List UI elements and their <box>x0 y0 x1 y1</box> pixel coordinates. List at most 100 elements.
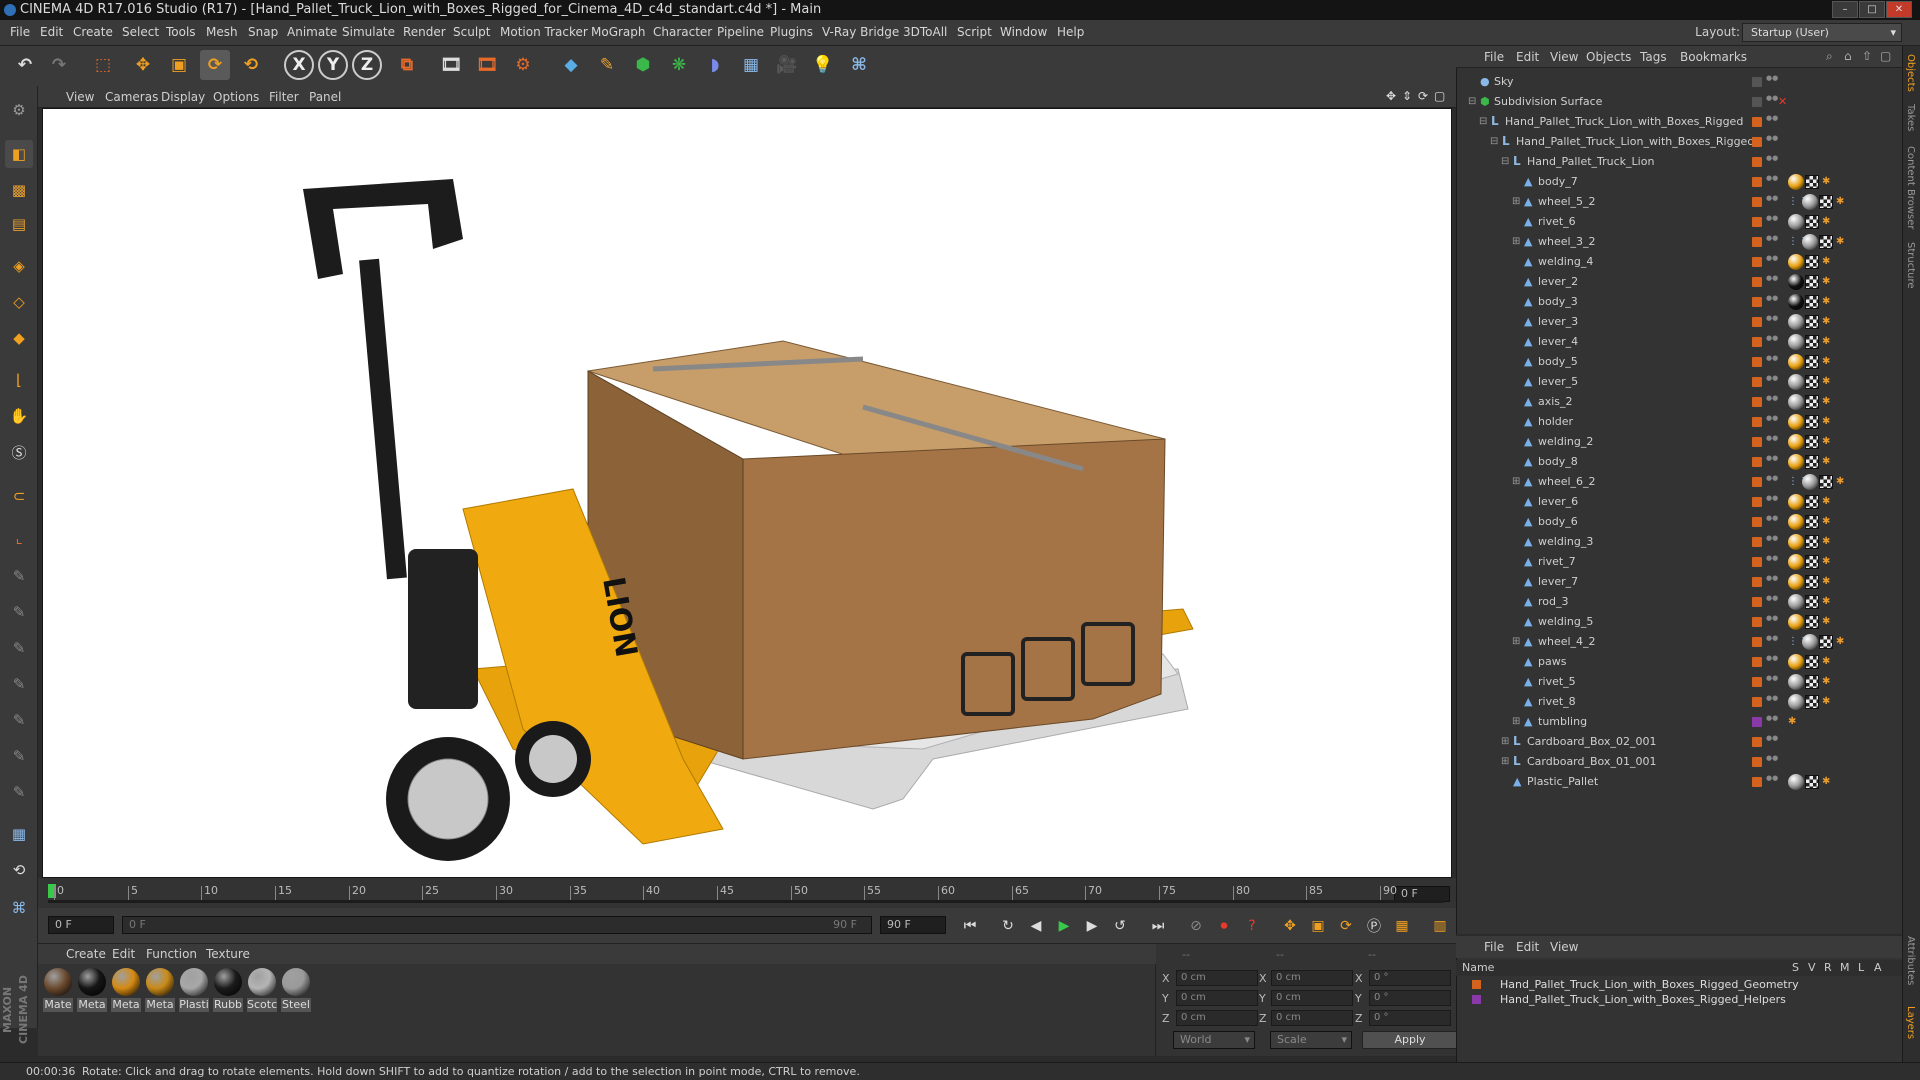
tweak-mode-icon[interactable]: ✋ <box>5 402 33 430</box>
model-mode-icon[interactable]: ◧ <box>5 140 33 168</box>
record-keys-button[interactable]: ⊘ <box>1184 914 1208 938</box>
texture-tag-icon[interactable] <box>1805 675 1819 689</box>
material-tag-icon[interactable] <box>1788 534 1804 550</box>
visibility-dots-icon[interactable]: ●● <box>1766 695 1778 709</box>
menu-tools[interactable]: Tools <box>166 25 196 39</box>
menu-sculpt[interactable]: Sculpt <box>453 25 490 39</box>
rotation-key-button[interactable]: ⟳ <box>1334 914 1358 938</box>
prev-key-button[interactable]: ↻ <box>996 914 1020 938</box>
phong-tag-icon[interactable]: ✱ <box>1822 537 1832 547</box>
visibility-dots-icon[interactable]: ●● <box>1766 255 1778 269</box>
visibility-dots-icon[interactable]: ●● <box>1766 755 1778 769</box>
visibility-dots-icon[interactable]: ●● <box>1766 775 1778 789</box>
layer-color-icon[interactable] <box>1752 197 1762 207</box>
texture-tag-icon[interactable] <box>1805 175 1819 189</box>
layer-color-icon[interactable] <box>1752 657 1762 667</box>
object-row[interactable]: ▲ lever_4 ●● ✱ <box>1460 332 1900 352</box>
workplane-lock-icon[interactable]: ⌞ <box>5 524 33 552</box>
sculpt-flatten-icon[interactable]: ✎ <box>5 634 33 662</box>
viewport-menu-view[interactable]: View <box>66 90 94 104</box>
phong-tag-icon[interactable]: ✱ <box>1822 297 1832 307</box>
layer-color-icon[interactable] <box>1752 297 1762 307</box>
disabled-icon[interactable]: ✕ <box>1778 92 1787 112</box>
material-swatch[interactable]: Meta <box>77 968 107 1012</box>
menu-file[interactable]: File <box>10 25 30 39</box>
frame-start-field[interactable]: 0 F <box>48 916 114 934</box>
texture-tag-icon[interactable] <box>1805 775 1819 789</box>
layer-color-icon[interactable] <box>1752 277 1762 287</box>
phong-tag-icon[interactable]: ✱ <box>1822 417 1832 427</box>
texture-tag-icon[interactable] <box>1805 555 1819 569</box>
material-tag-icon[interactable] <box>1788 594 1804 610</box>
search-icon[interactable]: ⌕ <box>1826 49 1833 64</box>
menu-snap[interactable]: Snap <box>248 25 278 39</box>
phong-tag-icon[interactable]: ✱ <box>1822 337 1832 347</box>
viewport-menu-cameras[interactable]: Cameras <box>105 90 158 104</box>
axis-mode-icon[interactable]: ⌊ <box>5 366 33 394</box>
layer-color-icon[interactable] <box>1752 257 1762 267</box>
material-swatch[interactable]: Rubb <box>213 968 243 1012</box>
texture-tag-icon[interactable] <box>1805 615 1819 629</box>
material-tag-icon[interactable] <box>1788 274 1804 290</box>
layer-menu-edit[interactable]: Edit <box>1516 940 1539 954</box>
sculpt-inflate-icon[interactable]: ✎ <box>5 670 33 698</box>
visibility-dots-icon[interactable]: ●● <box>1766 415 1778 429</box>
texture-tag-icon[interactable] <box>1805 315 1819 329</box>
collapse-icon[interactable]: ⊟ <box>1479 112 1487 132</box>
object-row[interactable]: ▲ rod_3 ●● ✱ <box>1460 592 1900 612</box>
layer-color-icon[interactable] <box>1752 157 1762 167</box>
coord-value-field[interactable]: 0 cm <box>1271 1010 1353 1026</box>
magnet-icon[interactable]: ⊂ <box>5 482 33 510</box>
sculpt-grab-icon[interactable]: ✎ <box>5 706 33 734</box>
layer-color-icon[interactable] <box>1752 597 1762 607</box>
collapse-icon[interactable]: ⊟ <box>1490 132 1498 152</box>
sculpt-pinch-icon[interactable]: ✎ <box>5 778 33 806</box>
layer-color-icon[interactable] <box>1752 457 1762 467</box>
selection-tag-icon[interactable]: ⋮⋮ <box>1788 237 1808 247</box>
object-row[interactable]: ⊞ ▲ wheel_3_2 ●● ⋮⋮ ✱ <box>1460 232 1900 252</box>
objmgr-menu-objects[interactable]: Objects <box>1586 50 1631 64</box>
viewport-move-icon[interactable]: ✥ <box>1386 89 1396 103</box>
object-row[interactable]: ⊟ L Hand_Pallet_Truck_Lion_with_Boxes_Rigg… <box>1460 132 1900 152</box>
timeline-window-button[interactable]: ▥ <box>1428 914 1452 938</box>
objmgr-menu-bookmarks[interactable]: Bookmarks <box>1680 50 1747 64</box>
visibility-dots-icon[interactable]: ●● <box>1766 335 1778 349</box>
layer-color-icon[interactable] <box>1752 517 1762 527</box>
object-row[interactable]: ▲ welding_3 ●● ✱ <box>1460 532 1900 552</box>
material-tag-icon[interactable] <box>1788 614 1804 630</box>
z-axis-lock-icon[interactable]: Z <box>352 50 382 80</box>
layer-color-icon[interactable] <box>1752 677 1762 687</box>
tab-layers[interactable]: Layers <box>1905 1006 1916 1039</box>
visibility-dots-icon[interactable]: ●● <box>1766 275 1778 289</box>
expand-icon[interactable]: ⊞ <box>1501 752 1509 772</box>
layer-color-icon[interactable] <box>1752 557 1762 567</box>
object-row[interactable]: ▲ holder ●● ✱ <box>1460 412 1900 432</box>
visibility-dots-icon[interactable]: ●● <box>1766 655 1778 669</box>
object-row[interactable]: ⊞ L Cardboard_Box_01_001 ●● <box>1460 752 1900 772</box>
viewport-zoom-icon[interactable]: ⇕ <box>1402 89 1412 103</box>
texture-tag-icon[interactable] <box>1805 455 1819 469</box>
layer-color-icon[interactable] <box>1752 337 1762 347</box>
expand-icon[interactable]: ⊞ <box>1512 192 1520 212</box>
layer-color-icon[interactable] <box>1752 377 1762 387</box>
coord-value-field[interactable]: 0 cm <box>1176 990 1258 1006</box>
layer-color-icon[interactable] <box>1752 637 1762 647</box>
viewport-menu-options[interactable]: Options <box>213 90 259 104</box>
soft-selection-icon[interactable]: ⟲ <box>5 856 33 884</box>
goto-start-button[interactable]: ⏮ <box>958 914 982 938</box>
redo-button[interactable]: ↷ <box>44 50 74 80</box>
scale-key-button[interactable]: ▣ <box>1306 914 1330 938</box>
menu-vray-bridge[interactable]: V-Ray Bridge <box>822 25 899 39</box>
sculpt-smooth-icon[interactable]: ✎ <box>5 598 33 626</box>
layer-color-icon[interactable] <box>1752 577 1762 587</box>
light-icon[interactable]: 💡 <box>808 50 838 80</box>
object-row[interactable]: ▲ rivet_6 ●● ✱ <box>1460 212 1900 232</box>
expand-icon[interactable]: ⊞ <box>1512 232 1520 252</box>
tab-attributes[interactable]: Attributes <box>1905 936 1916 985</box>
snap-icon[interactable]: Ⓢ <box>5 438 33 466</box>
tab-objects[interactable]: Objects <box>1905 54 1916 92</box>
phong-tag-icon[interactable]: ✱ <box>1836 237 1846 247</box>
material-menu-create[interactable]: Create <box>66 947 106 961</box>
layer-color-icon[interactable] <box>1752 137 1762 147</box>
menu-script[interactable]: Script <box>957 25 992 39</box>
